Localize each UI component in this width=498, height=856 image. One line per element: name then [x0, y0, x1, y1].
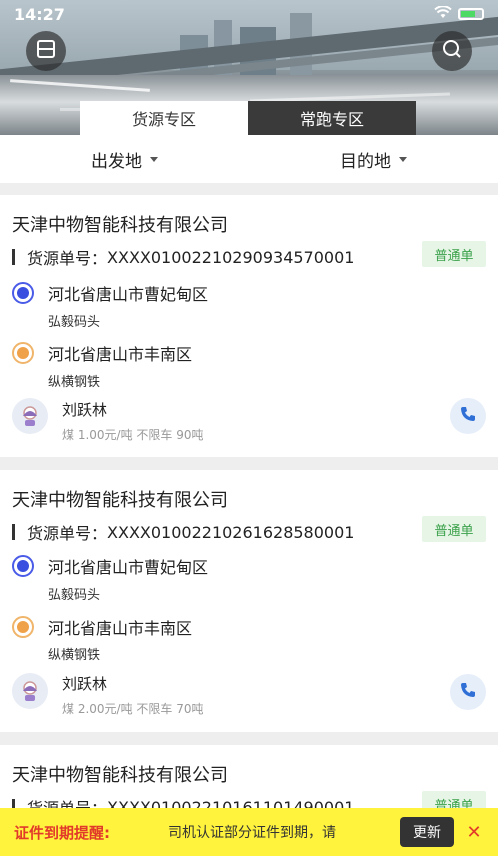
destination-row: 河北省唐山市丰南区 [12, 341, 192, 365]
certificate-expiry-notice: 证件到期提醒: 司机认证部分证件到期，请 更新 ✕ [0, 808, 498, 856]
cargo-card[interactable]: 天津中物智能科技有限公司 货源单号： XXXX01002210261628580… [0, 470, 498, 732]
caret-down-icon [150, 156, 158, 162]
phone-icon [459, 405, 477, 427]
company-name: 天津中物智能科技有限公司 [12, 490, 228, 511]
status-bar: 14:27 [14, 4, 484, 24]
destination-dot-icon [12, 342, 34, 364]
origin-row: 河北省唐山市曹妃甸区 [12, 554, 208, 578]
origin-filter-label: 出发地 [91, 151, 142, 172]
update-button[interactable]: 更新 [400, 817, 454, 847]
origin-filter[interactable]: 出发地 [0, 135, 249, 183]
driver-avatar [12, 398, 48, 434]
cargo-card[interactable]: 天津中物智能科技有限公司 货源单号： XXXX01002210290934570… [0, 195, 498, 457]
destination-address: 河北省唐山市丰南区 [48, 345, 193, 364]
cargo-info: 煤 2.00元/吨 不限车 70吨 [62, 702, 204, 716]
driver-name: 刘跃林 [62, 401, 108, 419]
notice-message: 司机认证部分证件到期，请 [168, 825, 336, 841]
wifi-icon [434, 5, 452, 22]
call-button[interactable] [450, 674, 486, 710]
cargo-info: 煤 1.00元/吨 不限车 90吨 [62, 428, 204, 442]
order-type-badge: 普通单 [422, 516, 486, 542]
origin-place: 弘毅码头 [48, 588, 101, 603]
zone-tabs: 货源专区 常跑专区 [80, 101, 416, 135]
origin-dot-icon [12, 555, 34, 577]
driver-name: 刘跃林 [62, 675, 108, 693]
tab-cargo-zone[interactable]: 货源专区 [80, 101, 248, 135]
order-number: XXXX01002210261628580001 [107, 522, 355, 542]
destination-filter-label: 目的地 [340, 151, 391, 172]
destination-filter[interactable]: 目的地 [249, 135, 498, 183]
destination-dot-icon [12, 616, 34, 638]
company-name: 天津中物智能科技有限公司 [12, 215, 228, 236]
origin-address: 河北省唐山市曹妃甸区 [48, 285, 209, 304]
caret-down-icon [399, 156, 407, 162]
search-icon [441, 38, 463, 64]
scan-icon [35, 38, 57, 64]
order-number-row: 货源单号： XXXX01002210261628580001 [12, 520, 354, 544]
search-button[interactable] [432, 31, 472, 71]
notice-title: 证件到期提醒: [14, 823, 110, 842]
destination-address: 河北省唐山市丰南区 [48, 619, 193, 638]
order-type-badge: 普通单 [422, 241, 486, 267]
order-number-label: 货源单号： [27, 249, 108, 268]
destination-place: 纵横钢铁 [48, 375, 101, 390]
status-time: 14:27 [14, 4, 65, 24]
phone-icon [459, 681, 477, 703]
tab-regular-route-zone[interactable]: 常跑专区 [248, 101, 416, 135]
origin-place: 弘毅码头 [48, 315, 101, 330]
origin-dot-icon [12, 282, 34, 304]
destination-place: 纵横钢铁 [48, 648, 101, 663]
origin-row: 河北省唐山市曹妃甸区 [12, 281, 208, 305]
company-name: 天津中物智能科技有限公司 [12, 765, 228, 786]
driver-avatar [12, 673, 48, 709]
close-icon[interactable]: ✕ [464, 820, 484, 844]
battery-icon [458, 8, 484, 20]
filter-bar: 出发地 目的地 [0, 135, 498, 183]
order-number: XXXX01002210290934570001 [107, 247, 355, 267]
destination-row: 河北省唐山市丰南区 [12, 615, 192, 639]
scan-button[interactable] [26, 31, 66, 71]
order-number-label: 货源单号： [27, 524, 108, 543]
origin-address: 河北省唐山市曹妃甸区 [48, 558, 209, 577]
call-button[interactable] [450, 398, 486, 434]
order-number-row: 货源单号： XXXX01002210290934570001 [12, 245, 354, 269]
